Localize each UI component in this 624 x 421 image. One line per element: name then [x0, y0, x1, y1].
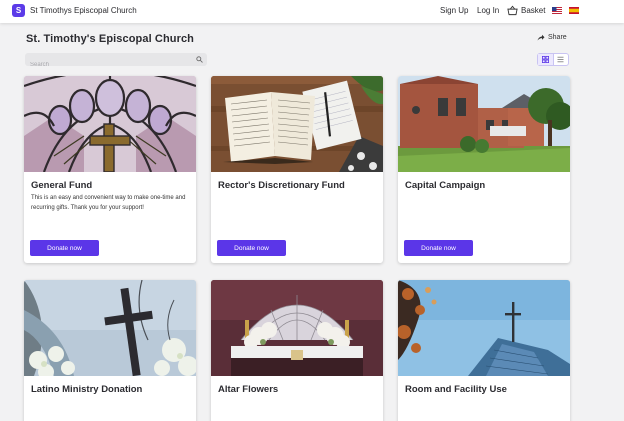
list-icon [557, 56, 564, 63]
church-logo[interactable]: S [12, 4, 25, 17]
grid-view-button[interactable] [538, 54, 554, 65]
church-building-image [398, 76, 570, 172]
basket-icon[interactable] [507, 5, 518, 16]
grid-icon [541, 56, 549, 63]
stained-glass-image [24, 76, 196, 172]
bible-notebook-image [211, 76, 383, 172]
view-toggle [537, 53, 569, 66]
share-arrow-icon [537, 34, 545, 41]
card-title[interactable]: Rector's Discretionary Fund [218, 180, 345, 191]
search-box [25, 53, 207, 72]
top-navigation-bar: S St Timothys Episcopal Church Sign Up L… [0, 0, 624, 23]
altar-flowers-image [211, 280, 383, 376]
fund-card-rectors-discretionary[interactable]: Rector's Discretionary Fund Donate now [211, 76, 383, 263]
es-flag-icon[interactable] [569, 7, 579, 14]
sign-up-link[interactable]: Sign Up [440, 6, 468, 15]
brand-name[interactable]: St Timothys Episcopal Church [30, 6, 137, 15]
card-title[interactable]: General Fund [31, 180, 92, 191]
fund-card-room-facility-use[interactable]: Room and Facility Use [398, 280, 570, 421]
donate-button[interactable]: Donate now [404, 240, 473, 256]
page-title: St. Timothy's Episcopal Church [26, 33, 194, 45]
card-title[interactable]: Room and Facility Use [405, 384, 507, 395]
fund-card-general[interactable]: General Fund This is an easy and conveni… [24, 76, 196, 263]
donate-button[interactable]: Donate now [217, 240, 286, 256]
fund-card-capital-campaign[interactable]: Capital Campaign Donate now [398, 76, 570, 263]
card-title[interactable]: Capital Campaign [405, 180, 485, 191]
cross-blossoms-image [24, 280, 196, 376]
card-title[interactable]: Altar Flowers [218, 384, 278, 395]
card-title[interactable]: Latino Ministry Donation [31, 384, 142, 395]
search-input[interactable] [25, 58, 207, 72]
list-view-button[interactable] [554, 54, 569, 65]
share-label: Share [548, 34, 567, 41]
us-flag-icon[interactable] [552, 7, 562, 14]
card-description: This is an easy and convenient way to ma… [31, 195, 186, 211]
steeple-cross-image [398, 280, 570, 376]
fund-card-latino-ministry[interactable]: Latino Ministry Donation [24, 280, 196, 421]
basket-link[interactable]: Basket [521, 6, 545, 15]
search-icon[interactable] [196, 56, 203, 63]
donate-button[interactable]: Donate now [30, 240, 99, 256]
share-button[interactable]: Share [537, 34, 567, 41]
log-in-link[interactable]: Log In [477, 6, 499, 15]
fund-card-altar-flowers[interactable]: Altar Flowers [211, 280, 383, 421]
